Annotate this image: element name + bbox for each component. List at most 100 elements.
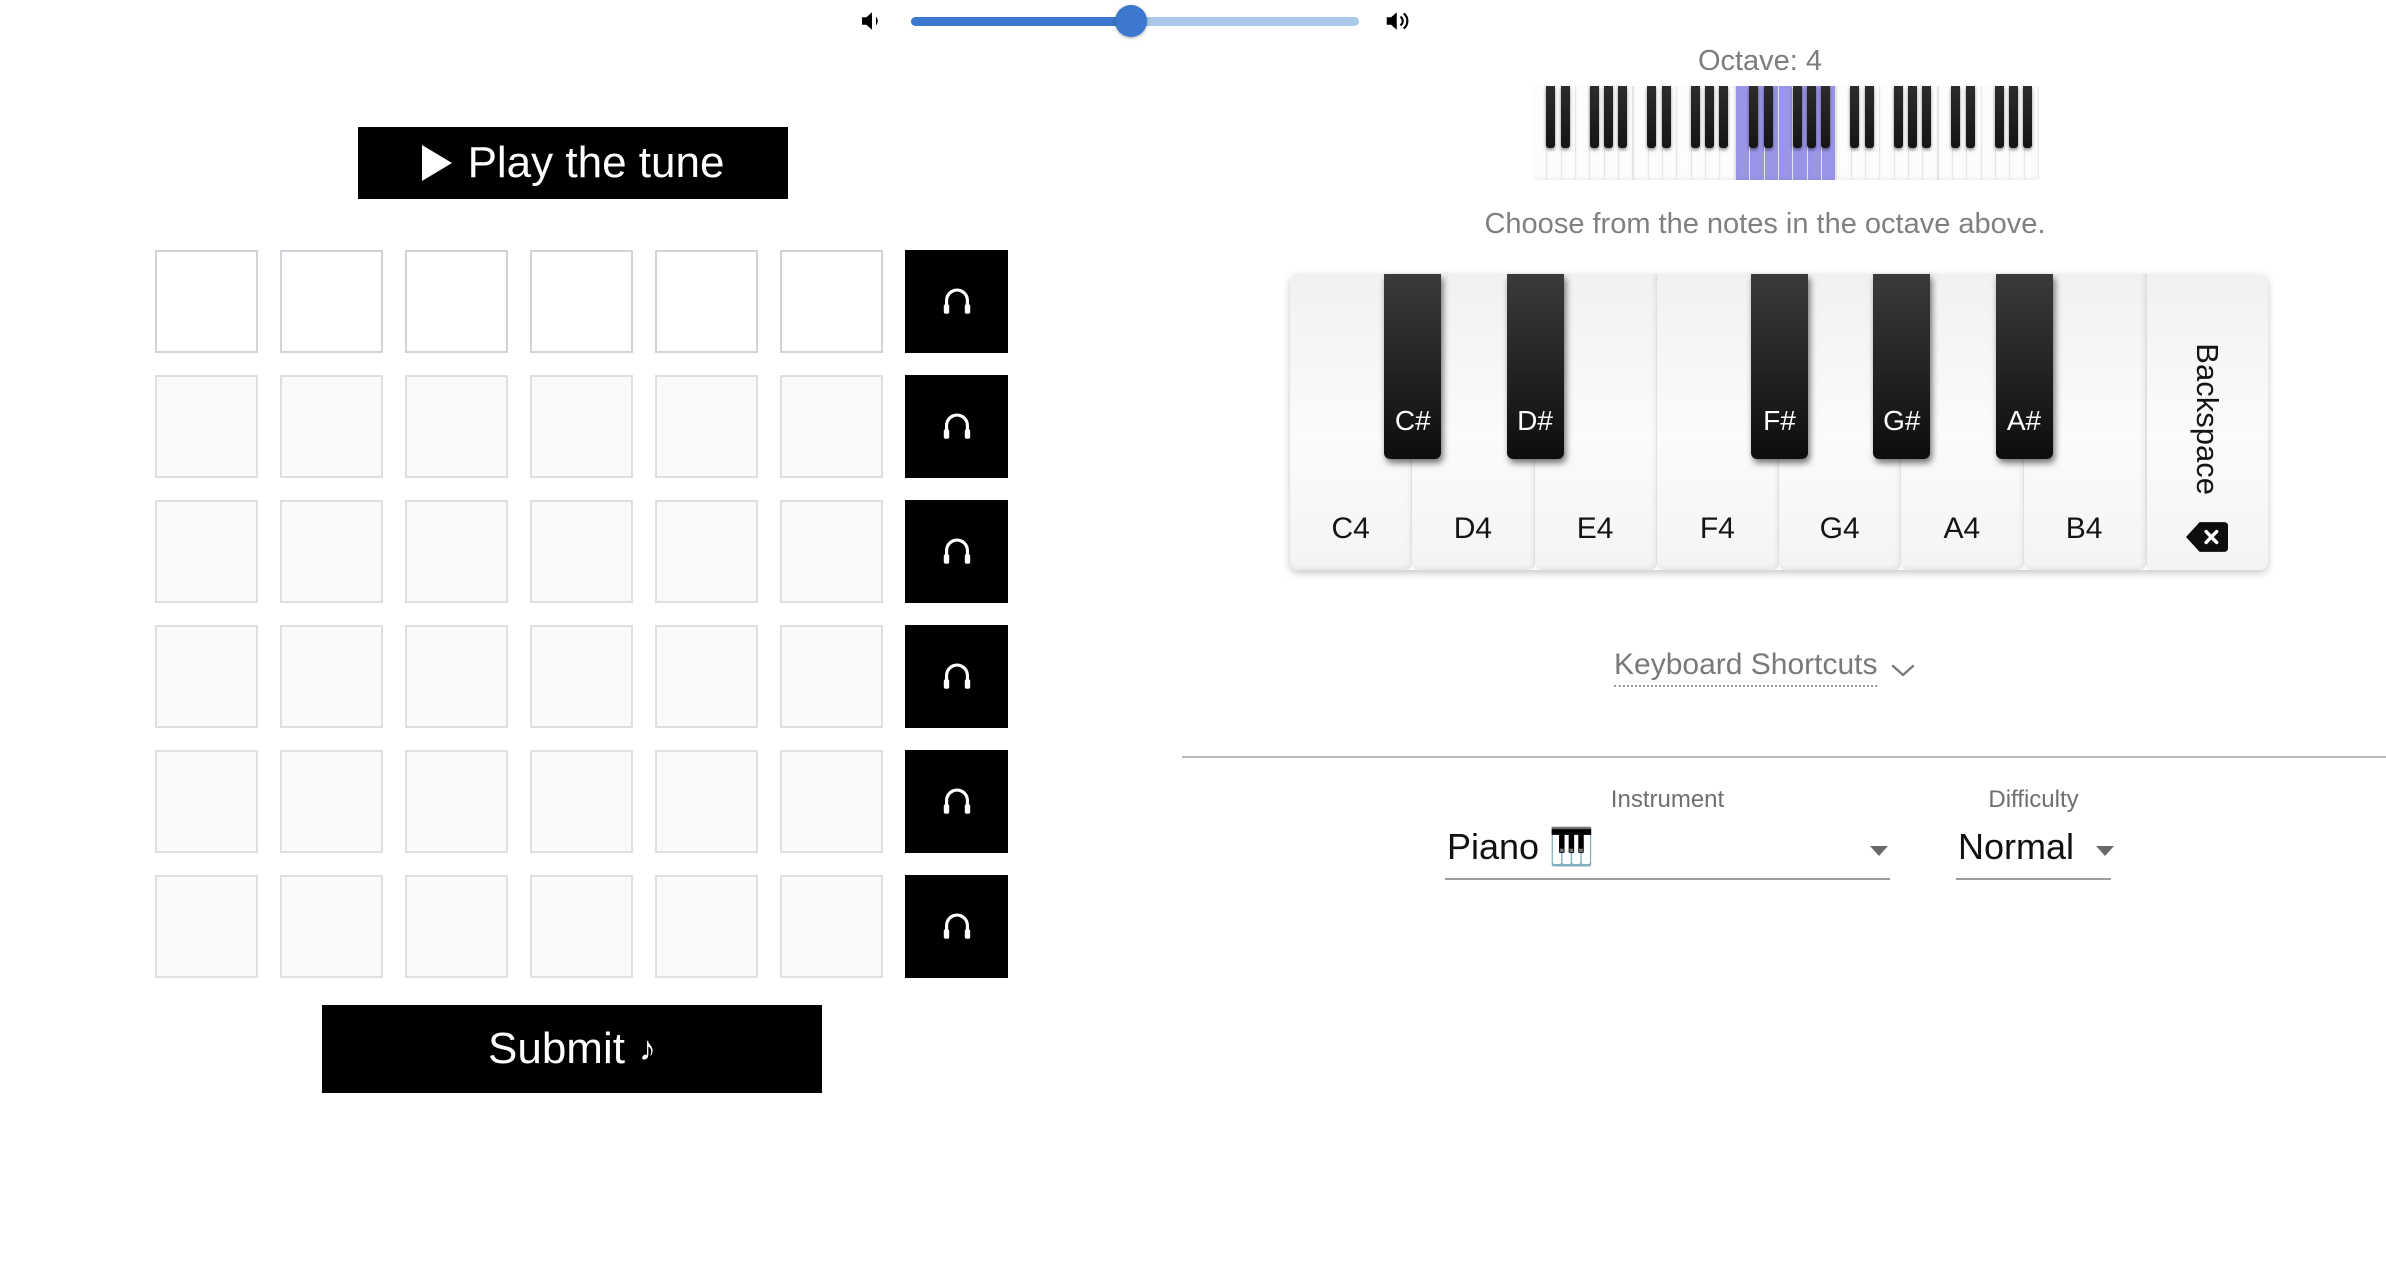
difficulty-label: Difficulty	[1988, 786, 2079, 813]
guess-cell[interactable]	[280, 875, 383, 978]
guess-cell[interactable]	[780, 500, 883, 603]
volume-slider-thumb[interactable]	[1114, 5, 1147, 37]
octave-4-button[interactable]	[1938, 86, 2039, 180]
guess-cell[interactable]	[530, 750, 633, 853]
mini-black-key	[1589, 86, 1599, 148]
guess-cell[interactable]	[655, 250, 758, 353]
guess-cell[interactable]	[780, 875, 883, 978]
octave-2-button[interactable]	[1735, 86, 1838, 180]
mini-black-key	[1820, 86, 1830, 148]
mini-black-key	[2009, 86, 2019, 148]
piano-key-label: F#	[1763, 405, 1796, 436]
guess-row	[155, 750, 1008, 853]
octave-selector-keyboard[interactable]	[1533, 86, 2039, 180]
mini-black-key	[1560, 86, 1570, 148]
guess-cell[interactable]	[780, 375, 883, 478]
difficulty-select[interactable]: Normal	[1956, 826, 2115, 880]
guess-cell[interactable]	[155, 375, 258, 478]
guess-cell[interactable]	[155, 625, 258, 728]
piano-key-F#[interactable]: F#	[1751, 274, 1808, 459]
piano-key-label: C#	[1394, 405, 1431, 436]
mini-black-key	[1705, 86, 1715, 148]
chevron-down-icon	[1870, 846, 1888, 856]
octave-0-button[interactable]	[1533, 86, 1635, 180]
guess-cell[interactable]	[280, 500, 383, 603]
guess-cell[interactable]	[405, 250, 508, 353]
mini-white-key	[1677, 86, 1692, 180]
chevron-down-icon	[2096, 846, 2115, 856]
guess-cell[interactable]	[280, 625, 383, 728]
guess-row	[155, 625, 1008, 728]
guess-cell[interactable]	[280, 375, 383, 478]
guess-row	[155, 375, 1008, 478]
piano-key-label: F4	[1699, 512, 1735, 545]
backspace-label: Backspace	[2190, 343, 2226, 495]
guess-cell[interactable]	[280, 250, 383, 353]
chevron-down-icon	[1891, 663, 1915, 677]
piano-key-G#[interactable]: G#	[1873, 274, 1931, 459]
keyboard-shortcuts-label: Keyboard Shortcuts	[1614, 648, 1878, 687]
guess-cell[interactable]	[155, 250, 258, 353]
guess-cell[interactable]	[530, 375, 633, 478]
guess-cell[interactable]	[780, 625, 883, 728]
mini-black-key	[1748, 86, 1758, 148]
listen-row-button[interactable]	[905, 500, 1008, 603]
guess-cell[interactable]	[655, 375, 758, 478]
instrument-select[interactable]: Piano 🎹	[1445, 826, 1890, 880]
guess-cell[interactable]	[280, 750, 383, 853]
backspace-icon	[2147, 522, 2268, 552]
headphones-icon	[939, 784, 975, 820]
octave-1-button[interactable]	[1634, 86, 1736, 180]
guess-cell[interactable]	[155, 500, 258, 603]
backspace-key[interactable]: Backspace	[2145, 274, 2268, 570]
headphones-icon	[939, 909, 975, 945]
guess-cell[interactable]	[530, 250, 633, 353]
mini-black-key	[1662, 86, 1672, 148]
guess-cell[interactable]	[655, 500, 758, 603]
listen-row-button[interactable]	[905, 250, 1008, 353]
volume-high-icon	[1381, 4, 1415, 38]
play-tune-button[interactable]: Play the tune	[358, 127, 788, 199]
guess-cell[interactable]	[405, 750, 508, 853]
mini-black-key	[2023, 86, 2033, 148]
listen-row-button[interactable]	[905, 625, 1008, 728]
guess-cell[interactable]	[780, 250, 883, 353]
instrument-value: Piano 🎹	[1447, 826, 1594, 867]
listen-row-button[interactable]	[905, 875, 1008, 978]
keyboard-shortcuts-toggle[interactable]: Keyboard Shortcuts	[1614, 648, 1915, 687]
mini-black-key	[1995, 86, 2005, 148]
volume-control[interactable]	[855, 0, 1495, 42]
mini-black-key	[1691, 86, 1701, 148]
guess-cell[interactable]	[655, 750, 758, 853]
piano-key-D#[interactable]: D#	[1506, 274, 1564, 459]
guess-cell[interactable]	[405, 500, 508, 603]
guess-cell[interactable]	[405, 625, 508, 728]
mini-black-key	[1792, 86, 1802, 148]
piano-key-C#[interactable]: C#	[1384, 274, 1442, 459]
piano-key-label: A#	[2006, 405, 2042, 436]
piano-key-A#[interactable]: A#	[1995, 274, 2053, 459]
guess-cell[interactable]	[530, 625, 633, 728]
listen-row-button[interactable]	[905, 750, 1008, 853]
listen-row-button[interactable]	[905, 375, 1008, 478]
volume-slider[interactable]	[911, 5, 1359, 37]
piano-key-label: A4	[1943, 512, 1981, 545]
headphones-icon	[939, 659, 975, 695]
mini-black-key	[1617, 86, 1627, 148]
piano-key-label: G4	[1819, 512, 1860, 545]
submit-button[interactable]: Submit ♪	[322, 1005, 822, 1093]
guess-cell[interactable]	[405, 375, 508, 478]
guess-row	[155, 500, 1008, 603]
guess-cell[interactable]	[655, 625, 758, 728]
music-note-icon: ♪	[638, 1029, 656, 1068]
difficulty-select-group: Difficulty Normal	[1956, 786, 2115, 880]
mini-white-key	[1576, 86, 1591, 180]
octave-3-button[interactable]	[1837, 86, 1939, 180]
guess-cell[interactable]	[530, 875, 633, 978]
guess-cell[interactable]	[655, 875, 758, 978]
guess-cell[interactable]	[155, 750, 258, 853]
guess-cell[interactable]	[405, 875, 508, 978]
guess-cell[interactable]	[780, 750, 883, 853]
guess-cell[interactable]	[155, 875, 258, 978]
guess-cell[interactable]	[530, 500, 633, 603]
